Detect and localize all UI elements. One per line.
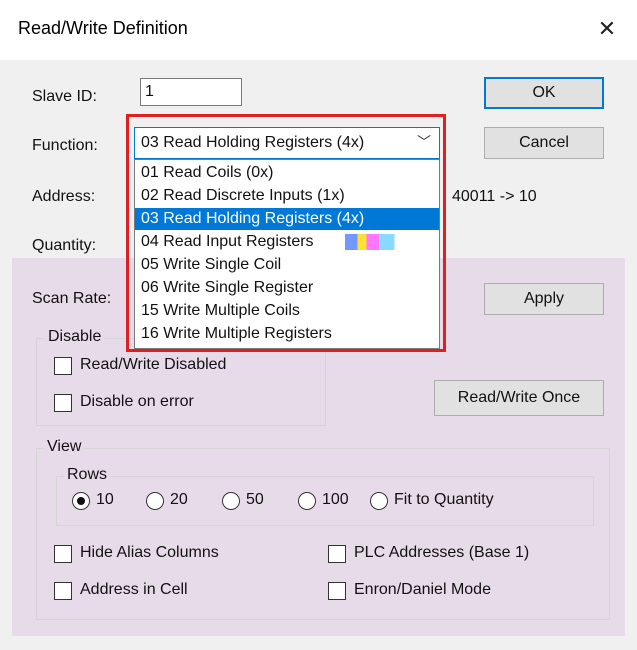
enron-daniel-mode-checkbox[interactable]: [328, 582, 346, 600]
render-glitch: [345, 234, 407, 250]
title-bar: Read/Write Definition ✕: [0, 0, 637, 60]
slave-id-value: 1: [145, 83, 154, 100]
rows-100-radio[interactable]: [298, 492, 316, 510]
apply-button[interactable]: Apply: [484, 283, 604, 315]
read-write-once-button[interactable]: Read/Write Once: [434, 380, 604, 416]
rows-50-radio[interactable]: [222, 492, 240, 510]
address-in-cell-checkbox[interactable]: [54, 582, 72, 600]
read-write-definition-dialog: Read/Write Definition ✕ Slave ID: 1 OK C…: [0, 0, 637, 650]
rows-50-label: 50: [246, 491, 264, 508]
rows-20-label: 20: [170, 491, 188, 508]
function-option[interactable]: 06 Write Single Register: [135, 277, 439, 299]
rows-legend: Rows: [64, 466, 111, 484]
dialog-title: Read/Write Definition: [18, 18, 188, 38]
function-option-selected[interactable]: 03 Read Holding Registers (4x): [135, 208, 439, 230]
address-in-cell-label: Address in Cell: [80, 581, 188, 598]
read-write-disabled-checkbox[interactable]: [54, 357, 72, 375]
function-option[interactable]: 01 Read Coils (0x): [135, 162, 439, 184]
rows-10-label: 10: [96, 491, 114, 508]
function-option[interactable]: 15 Write Multiple Coils: [135, 300, 439, 322]
rows-10-radio[interactable]: [72, 492, 90, 510]
address-label: Address:: [32, 188, 96, 205]
read-write-disabled-label: Read/Write Disabled: [80, 356, 227, 373]
function-select[interactable]: 03 Read Holding Registers (4x) ﹀: [134, 127, 440, 159]
hide-alias-columns-label: Hide Alias Columns: [80, 544, 219, 561]
rows-fit-radio[interactable]: [370, 492, 388, 510]
chevron-down-icon[interactable]: ﹀: [417, 132, 431, 152]
view-legend: View: [44, 438, 85, 456]
plc-addresses-checkbox[interactable]: [328, 545, 346, 563]
hide-alias-columns-checkbox[interactable]: [54, 545, 72, 563]
enron-daniel-mode-label: Enron/Daniel Mode: [354, 581, 491, 598]
close-icon[interactable]: ✕: [590, 12, 624, 46]
scan-rate-label: Scan Rate:: [32, 290, 112, 307]
quantity-label: Quantity:: [32, 237, 97, 254]
slave-id-label: Slave ID:: [32, 88, 97, 105]
plc-addresses-label: PLC Addresses (Base 1): [354, 544, 530, 561]
function-option[interactable]: 02 Read Discrete Inputs (1x): [135, 185, 439, 207]
disable-on-error-label: Disable on error: [80, 393, 194, 410]
function-label: Function:: [32, 137, 98, 154]
function-selected-value: 03 Read Holding Registers (4x): [141, 134, 365, 151]
function-option[interactable]: 16 Write Multiple Registers: [135, 323, 439, 345]
ok-button[interactable]: OK: [484, 77, 604, 109]
rows-20-radio[interactable]: [146, 492, 164, 510]
address-mapping: 40011 -> 10: [452, 188, 537, 205]
slave-id-field[interactable]: 1: [140, 78, 242, 106]
disable-legend: Disable: [45, 328, 105, 346]
function-dropdown-list: 01 Read Coils (0x) 02 Read Discrete Inpu…: [134, 159, 440, 349]
rows-100-label: 100: [322, 491, 349, 508]
rows-fit-label: Fit to Quantity: [394, 491, 494, 508]
disable-on-error-checkbox[interactable]: [54, 394, 72, 412]
function-option[interactable]: 05 Write Single Coil: [135, 254, 439, 276]
cancel-button[interactable]: Cancel: [484, 127, 604, 159]
